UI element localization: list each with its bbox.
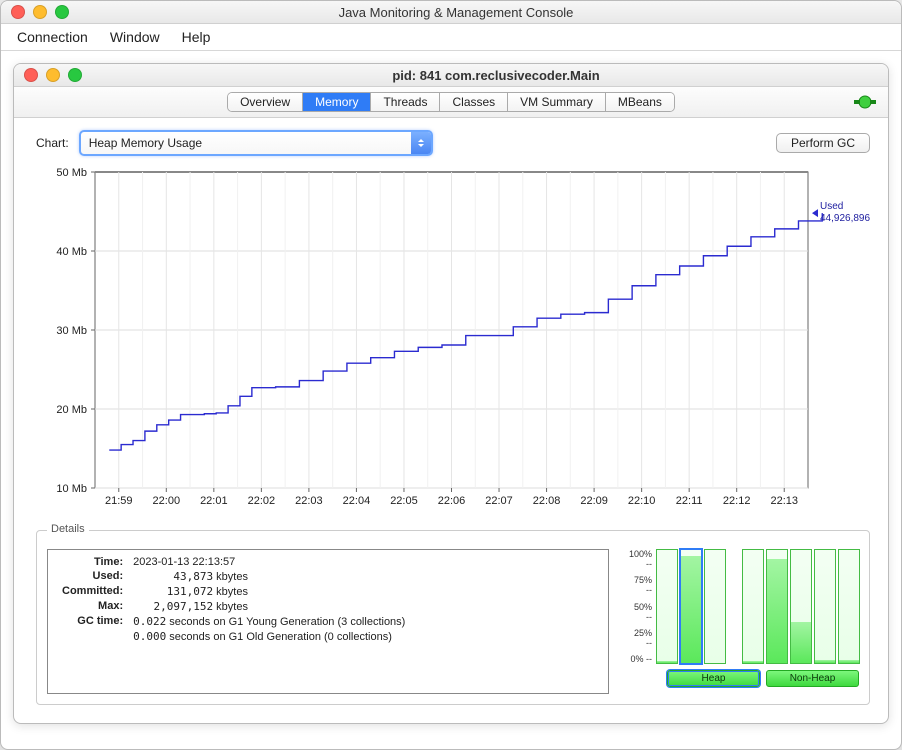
menu-window[interactable]: Window [100,26,170,48]
memory-pool-bar[interactable] [814,549,836,664]
close-icon[interactable] [24,68,38,82]
svg-text:22:06: 22:06 [438,495,466,507]
svg-text:44,926,896: 44,926,896 [820,213,870,224]
tab-classes[interactable]: Classes [440,93,508,111]
connection-status-icon [854,95,876,109]
memory-pool-bar[interactable] [742,549,764,664]
bar-group [656,549,726,664]
svg-text:22:08: 22:08 [533,495,561,507]
tabbar: Overview Memory Threads Classes VM Summa… [14,87,888,118]
svg-text:22:03: 22:03 [295,495,323,507]
minimize-icon[interactable] [46,68,60,82]
minimize-icon[interactable] [33,5,47,19]
chart-label: Chart: [36,136,69,150]
details-panel: Details Time:2023-01-13 22:13:57 Used:43… [36,530,870,705]
svg-text:30 Mb: 30 Mb [56,325,87,337]
memory-chart: 10 Mb 20 Mb 30 Mb 40 Mb 50 Mb 21:59 22:00 22:01… [40,166,860,516]
chart-select-value: Heap Memory Usage [81,136,411,150]
svg-text:22:10: 22:10 [628,495,656,507]
memory-pool-bar[interactable] [790,549,812,664]
tab-mbeans[interactable]: MBeans [606,93,674,111]
chart-select[interactable]: Heap Memory Usage [79,130,433,156]
svg-text:22:12: 22:12 [723,495,751,507]
tab-vm-summary[interactable]: VM Summary [508,93,606,111]
memory-pool-bar[interactable] [704,549,726,664]
tab-overview[interactable]: Overview [228,93,303,111]
menubar: Connection Window Help [1,24,901,51]
svg-text:10 Mb: 10 Mb [56,483,87,495]
svg-text:22:13: 22:13 [770,495,798,507]
bar-group [742,549,860,664]
inner-titlebar[interactable]: pid: 841 com.reclusivecoder.Main [14,64,888,87]
memory-pool-bar[interactable] [656,549,678,664]
svg-text:22:02: 22:02 [248,495,276,507]
main-window: Java Monitoring & Management Console Con… [0,0,902,750]
zoom-icon[interactable] [55,5,69,19]
menu-help[interactable]: Help [172,26,221,48]
memory-pool-bars: 100% --75% --50% --25% --0% -- Heap Non-… [629,549,859,694]
tab-threads[interactable]: Threads [371,93,440,111]
svg-text:22:07: 22:07 [485,495,513,507]
svg-text:22:04: 22:04 [343,495,371,507]
heap-button[interactable]: Heap [667,670,760,687]
non-heap-button[interactable]: Non-Heap [766,670,859,687]
menu-connection[interactable]: Connection [7,26,98,48]
perform-gc-button[interactable]: Perform GC [776,133,870,153]
details-text: Time:2023-01-13 22:13:57 Used:43,873 kby… [47,549,609,694]
memory-pool-bar[interactable] [838,549,860,664]
svg-text:22:09: 22:09 [580,495,608,507]
inner-window-title: pid: 841 com.reclusivecoder.Main [104,68,888,83]
svg-text:22:00: 22:00 [153,495,181,507]
close-icon[interactable] [11,5,25,19]
connection-window: pid: 841 com.reclusivecoder.Main Overvie… [13,63,889,724]
memory-pool-bar[interactable] [680,549,702,664]
tab-memory[interactable]: Memory [303,93,371,111]
zoom-icon[interactable] [68,68,82,82]
window-title: Java Monitoring & Management Console [91,5,821,20]
svg-text:50 Mb: 50 Mb [56,167,87,179]
memory-pool-bar[interactable] [766,549,788,664]
bar-pct-axis: 100% --75% --50% --25% --0% -- [629,549,656,664]
svg-text:20 Mb: 20 Mb [56,404,87,416]
details-legend: Details [47,523,89,535]
svg-text:40 Mb: 40 Mb [56,246,87,258]
tab-segmented: Overview Memory Threads Classes VM Summa… [227,92,675,112]
titlebar[interactable]: Java Monitoring & Management Console [1,1,901,24]
chevron-up-down-icon [411,132,431,154]
svg-text:21:59: 21:59 [105,495,133,507]
svg-text:Used: Used [820,201,843,212]
svg-text:22:11: 22:11 [676,495,703,507]
svg-text:22:01: 22:01 [200,495,228,507]
svg-text:22:05: 22:05 [390,495,418,507]
